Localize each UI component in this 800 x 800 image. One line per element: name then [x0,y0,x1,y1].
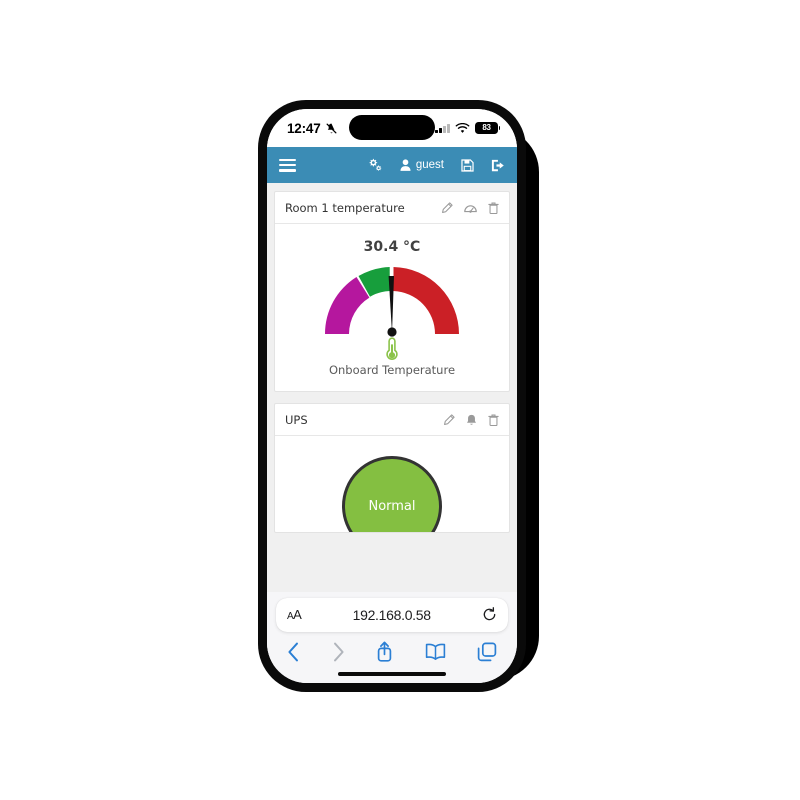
gauge-needle-hub [387,327,397,337]
dashboard-content: Room 1 temperature 30.4 °C Onboard Tempe… [267,183,517,592]
navbar-user-button[interactable]: guest [400,159,444,171]
gauge-value-label: 30.4 °C [363,239,421,255]
share-up-icon[interactable] [376,641,393,662]
battery-level-label: 83 [482,123,491,132]
thermometer-wrap [283,337,501,361]
navbar-user-label: guest [415,159,444,171]
home-indicator [338,671,446,676]
gauge-svg [324,267,459,337]
user-icon [400,159,411,171]
hamburger-menu-icon[interactable] [279,158,296,172]
status-bar-left: 12:47 [287,121,338,136]
card-actions [441,201,499,214]
ups-status-bubble: Normal [342,456,442,532]
reload-icon[interactable] [482,607,497,622]
trash-delete-icon[interactable] [488,414,499,426]
gauge-settings-icon[interactable] [464,202,477,214]
gauge-band-high [393,267,459,334]
pencil-edit-icon[interactable] [443,413,455,426]
navbar-actions: guest [367,158,505,172]
phone-screen: 12:47 83 guest Room 1 temperature 30.4 °… [267,109,517,683]
floppy-save-icon [461,158,474,172]
safari-bottom-chrome: AAAA 192.168.0.58 [267,591,517,683]
card-actions [443,413,499,426]
wifi-icon [455,122,470,133]
chevron-left-icon[interactable] [287,642,300,662]
book-icon[interactable] [425,643,446,660]
dynamic-island [349,115,435,140]
bell-slash-icon [326,123,337,133]
card-title: Room 1 temperature [285,200,405,215]
chevron-right-icon[interactable] [332,642,345,662]
card-ups: UPS Normal [274,403,510,533]
gauge-caption: Onboard Temperature [328,363,456,377]
card-header: UPS [275,404,509,436]
gauge-needle [388,276,394,333]
thermometer-icon [386,337,398,360]
pencil-edit-icon[interactable] [441,201,453,214]
tabs-icon[interactable] [477,642,497,662]
gauge-band-low [324,277,370,334]
ups-status-body: Normal [275,436,509,532]
card-body: 30.4 °C Onboard Temperature [275,224,509,391]
gauge-chart [283,259,501,339]
safari-address-bar[interactable]: AAAA 192.168.0.58 [276,597,508,632]
gears-icon [369,158,382,171]
app-navbar: guest [267,147,517,183]
cellular-bars-icon [435,123,450,133]
sign-out-icon [491,159,504,171]
status-bar-clock: 12:47 [287,120,321,136]
url-text[interactable]: 192.168.0.58 [301,607,482,623]
status-bar-right: 83 [435,122,501,134]
bell-alarm-icon[interactable] [466,414,477,426]
navbar-save-button[interactable] [461,158,474,172]
card-title: UPS [285,412,308,427]
trash-delete-icon[interactable] [488,202,499,214]
ups-status-label: Normal [368,498,416,514]
navbar-logout-button[interactable] [491,159,505,172]
card-header: Room 1 temperature [275,192,509,224]
text-size-button[interactable]: AAAA [287,607,302,622]
ios-status-bar: 12:47 83 [267,109,517,147]
battery-indicator: 83 [475,122,501,134]
safari-toolbar [267,632,517,672]
card-room-1-temperature: Room 1 temperature 30.4 °C Onboard Tempe… [274,191,510,392]
navbar-settings-button[interactable] [367,158,383,172]
phone-device-frame: 12:47 83 guest Room 1 temperature 30.4 °… [258,100,526,692]
screenshot-stage: 12:47 83 guest Room 1 temperature 30.4 °… [0,0,800,800]
